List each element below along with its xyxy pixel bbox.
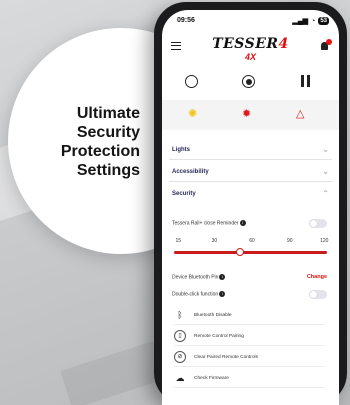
bluetooth-icon: ᛒ [177,310,183,320]
pin-row: Device Bluetooth Pin i [172,274,226,281]
list-item-label: Remote Control Pairing [194,334,244,339]
bluetooth-disable-item[interactable]: ᛒ Bluetooth Disable [174,307,325,325]
headline-line: Ultimate [76,105,140,122]
close-reminder-row: Tesserа Rail+ close Reminder i [172,220,246,226]
list-item-label: Clear Paired Remote Controls [194,355,258,360]
status-icons: ▂▄▆ ◔ 53 [292,17,329,25]
door-controls [162,72,339,92]
app-header: TESSER4 4X [162,32,339,62]
clear-remote-icon: ⊘ [174,351,186,363]
check-firmware-item[interactable]: ☁ Check Firmware [174,370,325,388]
section-label: Security [172,191,196,197]
open-circle-button[interactable] [182,72,202,92]
logo-number: 4 [278,36,289,52]
double-click-label: Double-click function [172,291,219,298]
battery-icon: 53 [318,17,329,25]
app-logo: TESSER4 [162,36,339,52]
alarm-icon[interactable]: ✹ [242,108,251,120]
mode-tabs: ✺ ✹ △ [162,100,339,130]
slider-tick-label: 60 [249,238,255,244]
warning-triangle-icon[interactable]: △ [296,108,304,120]
pin-label: Device Bluetooth Pin [172,274,219,281]
status-bar: 09:56 ▂▄▆ ◔ 53 [162,17,339,29]
reminder-slider[interactable] [174,248,327,256]
remote-pairing-item[interactable]: ▯ Remote Control Pairing [174,328,325,346]
list-item-label: Check Firmware [194,376,229,381]
chevron-down-icon: ⌄ [322,167,329,176]
headline-line: Security [76,124,140,141]
close-reminder-label: Tesserа Rail+ close Reminder [172,220,239,227]
status-time: 09:56 [177,17,195,24]
close-reminder-toggle[interactable] [309,219,327,228]
slider-tick-label: 120 [320,238,329,244]
promo-headline: Ultimate Security Protection Settings [0,104,140,180]
info-icon[interactable]: i [219,274,226,280]
info-icon[interactable]: i [219,291,226,297]
double-click-row: Double-click function i [172,291,226,298]
phone-screen: 09:56 ▂▄▆ ◔ 53 TESSER4 4X ✺ ✹ △ Lights ⌄… [162,10,339,405]
logo-subtitle: 4X [244,52,256,62]
slider-thumb[interactable] [235,248,244,256]
section-label: Accessibility [172,169,209,175]
headline-line: Settings [76,162,140,179]
logo-text: TESSER [212,36,279,52]
section-security[interactable]: Security ⌃ [169,186,332,204]
double-click-toggle[interactable] [309,290,327,299]
headline-line: Protection [60,143,140,160]
section-label: Lights [172,147,190,153]
slider-tick-label: 90 [286,238,293,244]
record-button[interactable] [239,72,259,92]
signal-icon: ▂▄▆ [292,18,309,25]
change-pin-link[interactable]: Change [307,274,327,280]
section-accessibility[interactable]: Accessibility ⌄ [169,164,332,182]
cloud-icon: ☁ [175,373,185,383]
chevron-up-icon: ⌃ [322,189,329,198]
wifi-icon: ◔ [311,17,316,25]
pause-button[interactable] [296,72,316,92]
chevron-down-icon: ⌄ [322,145,329,154]
info-icon[interactable]: i [239,220,246,226]
phone-frame: 09:56 ▂▄▆ ◔ 53 TESSER4 4X ✺ ✹ △ Lights ⌄… [154,2,347,405]
slider-tick-label: 15 [175,238,182,244]
list-item-label: Bluetooth Disable [194,313,232,318]
sun-icon[interactable]: ✺ [188,108,197,120]
slider-tick-label: 30 [211,238,218,244]
clear-remotes-item[interactable]: ⊘ Clear Paired Remote Controls [174,349,325,367]
section-lights[interactable]: Lights ⌄ [169,142,332,160]
remote-icon: ▯ [174,330,186,342]
slider-ticks: 15 30 60 90 120 [172,238,329,246]
notification-bell-icon[interactable] [319,39,332,52]
